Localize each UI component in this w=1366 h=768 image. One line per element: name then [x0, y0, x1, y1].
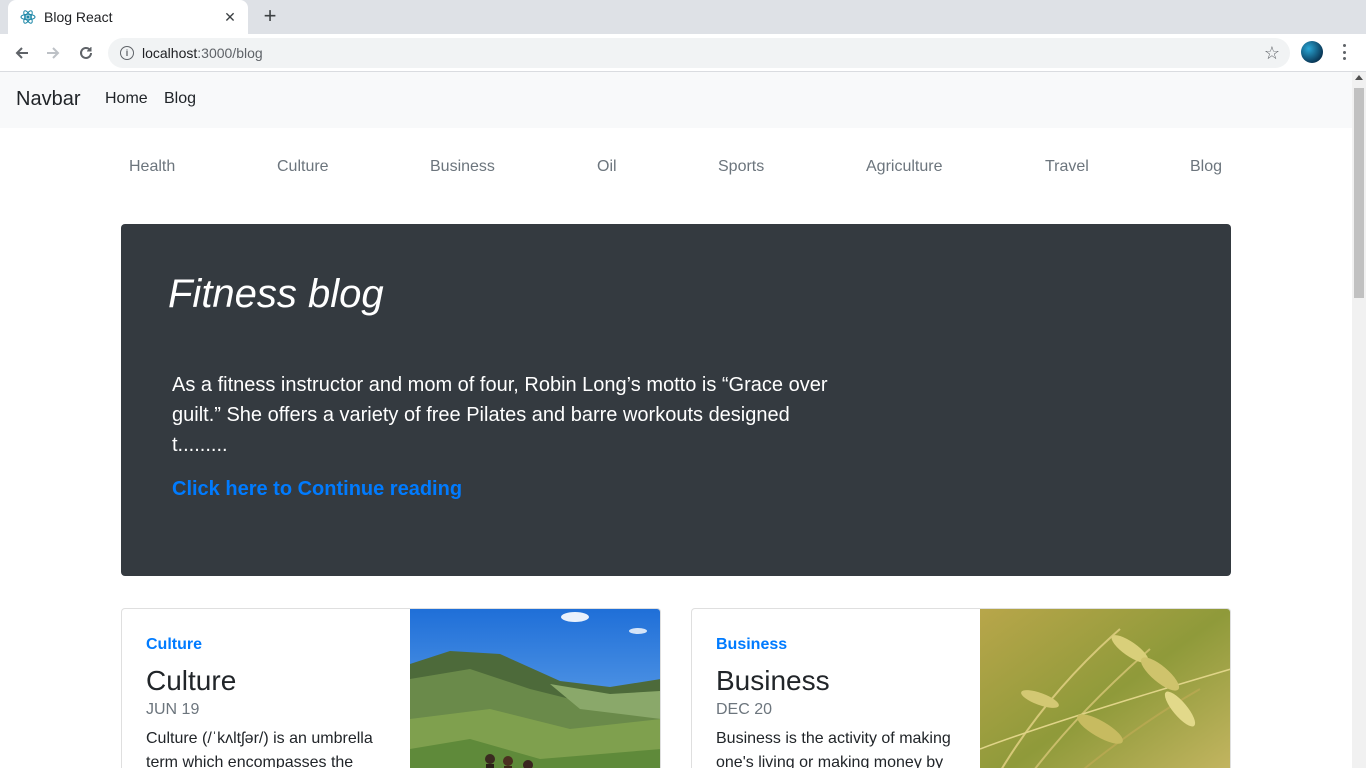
address-bar[interactable]: i localhost:3000/blog ☆ — [108, 38, 1290, 68]
scroll-up-arrow-icon[interactable] — [1355, 75, 1363, 80]
browser-tab[interactable]: Blog React ✕ — [8, 0, 248, 34]
forward-arrow-icon[interactable] — [40, 40, 66, 66]
tab-title: Blog React — [44, 9, 113, 25]
post-card-business[interactable]: Business Business DEC 20 Business is the… — [691, 608, 1231, 768]
close-tab-icon[interactable]: ✕ — [222, 9, 238, 25]
category-link-sports[interactable]: Sports — [718, 158, 764, 176]
mountain-valley-image — [410, 609, 660, 768]
app-navbar: Navbar Home Blog — [0, 72, 1352, 128]
browser-menu-icon[interactable] — [1336, 42, 1352, 62]
card-date: JUN 19 — [146, 701, 200, 718]
card-excerpt: Business is the activity of making one's… — [716, 730, 951, 768]
card-title: Culture — [146, 665, 237, 696]
category-link-agriculture[interactable]: Agriculture — [866, 158, 942, 176]
nav-link-home[interactable]: Home — [105, 90, 148, 108]
category-link-culture[interactable]: Culture — [277, 158, 329, 176]
page-scrollbar[interactable] — [1352, 72, 1366, 768]
navbar-brand[interactable]: Navbar — [16, 88, 80, 111]
card-date: DEC 20 — [716, 701, 773, 718]
page-viewport: Navbar Home Blog Health Culture Business… — [0, 72, 1352, 768]
url-text: localhost:3000/blog — [142, 45, 263, 61]
browser-tabstrip: Blog React ✕ + — [0, 0, 1366, 34]
browser-toolbar: i localhost:3000/blog ☆ — [0, 34, 1366, 72]
category-link-blog[interactable]: Blog — [1190, 158, 1222, 176]
card-category[interactable]: Business — [716, 636, 787, 654]
featured-post: Fitness blog As a fitness instructor and… — [121, 224, 1231, 576]
profile-avatar[interactable] — [1301, 41, 1323, 63]
card-excerpt: Culture (/ˈkʌltʃər/) is an umbrella term… — [146, 730, 373, 768]
info-icon[interactable]: i — [120, 46, 134, 60]
react-logo-icon — [20, 9, 36, 25]
featured-title: Fitness blog — [168, 272, 384, 316]
card-category[interactable]: Culture — [146, 636, 202, 654]
post-card-culture[interactable]: Culture Culture JUN 19 Culture (/ˈkʌltʃə… — [121, 608, 661, 768]
category-link-travel[interactable]: Travel — [1045, 158, 1089, 176]
scrollbar-thumb[interactable] — [1354, 88, 1364, 298]
featured-excerpt: As a fitness instructor and mom of four,… — [172, 374, 828, 456]
category-link-health[interactable]: Health — [129, 158, 175, 176]
back-arrow-icon[interactable] — [9, 40, 35, 66]
continue-reading-link[interactable]: Click here to Continue reading — [172, 478, 462, 501]
reload-icon[interactable] — [73, 40, 99, 66]
wheat-field-image — [980, 609, 1230, 768]
card-title: Business — [716, 665, 830, 696]
category-link-oil[interactable]: Oil — [597, 158, 617, 176]
bookmark-star-icon[interactable]: ☆ — [1264, 43, 1280, 64]
category-link-business[interactable]: Business — [430, 158, 495, 176]
nav-link-blog[interactable]: Blog — [164, 90, 196, 108]
new-tab-button[interactable]: + — [258, 5, 282, 28]
